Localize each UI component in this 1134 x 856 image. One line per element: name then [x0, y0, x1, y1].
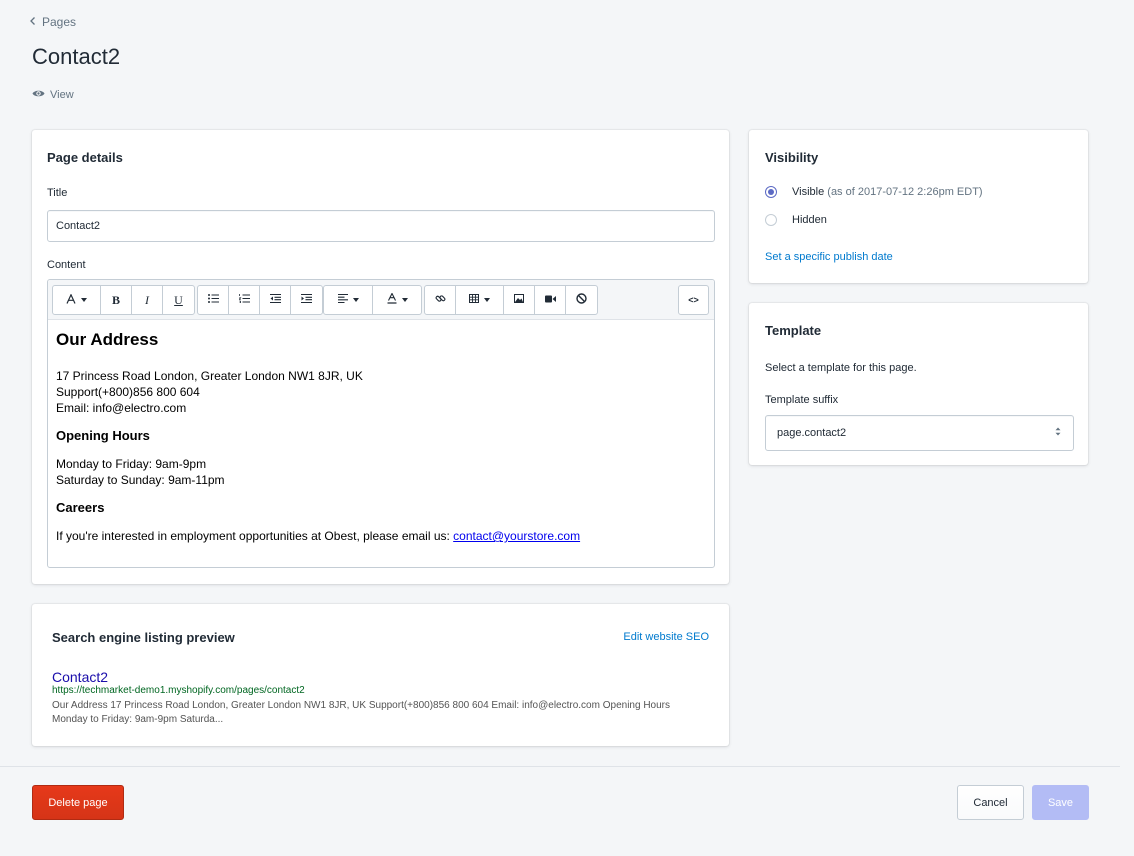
- chevron-down-icon: [401, 298, 408, 302]
- underline-button[interactable]: U: [163, 286, 194, 314]
- page-details-heading: Page details: [47, 150, 123, 165]
- address-line: Support(+800)856 800 604: [56, 385, 200, 399]
- content-editor: B I U <> Our Address 17 Princess Road Lo…: [47, 279, 715, 568]
- code-icon: <>: [688, 295, 699, 305]
- visible-option[interactable]: Visible (as of 2017-07-12 2:26pm EDT): [765, 186, 983, 198]
- edit-seo-link[interactable]: Edit website SEO: [623, 631, 709, 643]
- select-arrows-icon: [1055, 427, 1061, 439]
- save-label: Save: [1047, 796, 1074, 809]
- template-card: Template Select a template for this page…: [749, 303, 1088, 465]
- bold-button[interactable]: B: [101, 286, 132, 314]
- cancel-label: Cancel: [973, 796, 1008, 809]
- bold-label: B: [111, 292, 120, 307]
- list-group: [197, 285, 323, 315]
- table-icon: [469, 294, 479, 306]
- cancel-button[interactable]: Cancel: [957, 785, 1024, 820]
- text-color-icon: [387, 292, 397, 307]
- indent-button[interactable]: [291, 286, 322, 314]
- template-suffix-select[interactable]: page.contact2: [765, 415, 1074, 451]
- page-title: Contact2: [32, 44, 121, 69]
- seo-preview-url: https://techmarket-demo1.myshopify.com/p…: [52, 685, 305, 696]
- eye-icon: [32, 89, 45, 101]
- italic-button[interactable]: I: [132, 286, 163, 314]
- clear-formatting-button[interactable]: [566, 286, 597, 314]
- insert-video-button[interactable]: [535, 286, 566, 314]
- align-left-icon: [337, 293, 348, 306]
- seo-preview-card: Search engine listing preview Edit websi…: [32, 604, 729, 746]
- font-letter-icon: [66, 292, 76, 307]
- address-line: 17 Princess Road London, Greater London …: [56, 369, 363, 383]
- save-button[interactable]: Save: [1032, 785, 1089, 820]
- html-source-button[interactable]: <>: [679, 286, 708, 314]
- template-suffix-value: page.contact2: [777, 427, 847, 439]
- font-style-dropdown[interactable]: [53, 286, 101, 314]
- editor-content[interactable]: Our Address 17 Princess Road London, Gre…: [48, 320, 714, 554]
- view-label: View: [50, 89, 74, 101]
- visible-radio[interactable]: [765, 186, 777, 198]
- page-details-card: Page details Title Contact2 Content B I …: [32, 130, 729, 584]
- footer-divider: [0, 766, 1120, 767]
- align-color-group: [323, 285, 422, 315]
- title-input-value: Contact2: [56, 220, 101, 232]
- underline-label: U: [174, 292, 183, 307]
- insert-group: [424, 285, 598, 315]
- visible-label: Visible: [792, 186, 825, 198]
- title-label: Title: [47, 187, 68, 199]
- hours-line: Saturday to Sunday: 9am-11pm: [56, 473, 225, 487]
- numbered-list-button[interactable]: [229, 286, 260, 314]
- insert-table-dropdown[interactable]: [456, 286, 504, 314]
- numbered-list-icon: [237, 294, 250, 306]
- delete-page-label: Delete page: [48, 796, 108, 809]
- alignment-dropdown[interactable]: [324, 286, 373, 314]
- text-format-group: B I U: [52, 285, 195, 315]
- hours-line: Monday to Friday: 9am-9pm: [56, 457, 207, 471]
- bullet-list-icon: [207, 294, 219, 306]
- careers-text-body: If you're interested in employment oppor…: [56, 529, 454, 543]
- address-line: Email: info@electro.com: [56, 401, 187, 415]
- source-group: <>: [678, 285, 709, 315]
- insert-image-button[interactable]: [504, 286, 535, 314]
- visibility-heading: Visibility: [765, 150, 819, 165]
- italic-label: I: [145, 292, 149, 307]
- content-label: Content: [47, 259, 86, 271]
- hidden-label: Hidden: [792, 214, 827, 226]
- visible-text: Visible (as of 2017-07-12 2:26pm EDT): [792, 186, 983, 198]
- breadcrumb-label: Pages: [42, 15, 77, 29]
- insert-link-button[interactable]: [425, 286, 456, 314]
- seo-preview-description: Our Address 17 Princess Road London, Gre…: [52, 700, 670, 725]
- address-heading: Our Address: [56, 330, 159, 349]
- template-heading: Template: [765, 323, 822, 338]
- publish-date-link[interactable]: Set a specific publish date: [765, 251, 893, 263]
- outdent-button[interactable]: [260, 286, 291, 314]
- image-icon: [514, 294, 524, 306]
- careers-heading: Careers: [56, 500, 105, 515]
- hidden-radio[interactable]: [765, 214, 777, 226]
- prohibited-icon: [576, 293, 587, 307]
- link-icon: [435, 293, 446, 307]
- title-input[interactable]: Contact2: [47, 210, 715, 242]
- visible-note: (as of 2017-07-12 2:26pm EDT): [827, 186, 983, 198]
- careers-text: If you're interested in employment oppor…: [56, 528, 706, 544]
- chevron-down-icon: [352, 298, 359, 302]
- chevron-down-icon: [484, 298, 490, 302]
- outdent-icon: [269, 293, 281, 306]
- bullet-list-button[interactable]: [198, 286, 229, 314]
- editor-toolbar: B I U <>: [48, 280, 714, 320]
- video-camera-icon: [544, 294, 556, 306]
- seo-preview-title: Contact2: [52, 669, 109, 685]
- chevron-left-icon: [28, 15, 38, 29]
- delete-page-button[interactable]: Delete page: [32, 785, 124, 820]
- template-suffix-label: Template suffix: [765, 394, 839, 406]
- text-color-dropdown[interactable]: [373, 286, 421, 314]
- seo-heading: Search engine listing preview: [52, 630, 235, 645]
- hidden-option[interactable]: Hidden: [765, 214, 827, 226]
- careers-email-link[interactable]: contact@yourstore.com: [453, 529, 580, 543]
- view-link[interactable]: View: [32, 89, 74, 101]
- visibility-card: Visibility Visible (as of 2017-07-12 2:2…: [749, 130, 1088, 283]
- hours-heading: Opening Hours: [56, 428, 150, 443]
- indent-icon: [301, 293, 312, 306]
- breadcrumb[interactable]: Pages: [28, 15, 76, 29]
- chevron-down-icon: [81, 298, 87, 302]
- template-description: Select a template for this page.: [765, 362, 917, 374]
